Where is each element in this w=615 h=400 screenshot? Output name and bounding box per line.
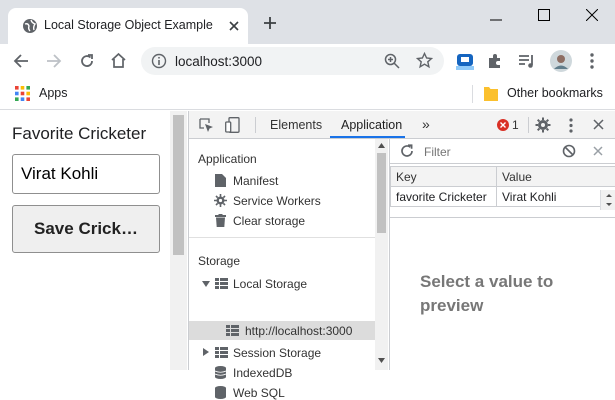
sidebar-item-clear-storage[interactable]: Clear storage bbox=[233, 214, 305, 228]
trash-icon bbox=[215, 214, 226, 227]
bookmarks-divider bbox=[472, 85, 473, 103]
reload-icon[interactable] bbox=[79, 53, 95, 69]
expand-arrow-down-icon[interactable] bbox=[202, 281, 210, 287]
page-scrollbar-thumb[interactable] bbox=[173, 115, 184, 255]
sidebar-item-manifest[interactable]: Manifest bbox=[233, 174, 278, 188]
storage-grid-icon bbox=[226, 325, 239, 336]
page-content: Favorite Cricketer Save Crick… bbox=[0, 110, 170, 370]
active-tab-indicator bbox=[330, 136, 405, 138]
devtools-panel: Elements Application » 1 Application Man… bbox=[188, 111, 615, 370]
other-bookmarks-link[interactable]: Other bookmarks bbox=[507, 86, 603, 100]
extensions-puzzle-icon[interactable] bbox=[487, 53, 503, 69]
tab-application[interactable]: Application bbox=[341, 118, 402, 132]
sidebar-item-websql[interactable]: Web SQL bbox=[233, 386, 285, 400]
page-heading: Favorite Cricketer bbox=[12, 124, 146, 144]
storage-table: Key Value favorite Cricketer Virat Kohli bbox=[390, 166, 615, 207]
toolbar-divider bbox=[528, 117, 529, 133]
sidebar-scrollbar-thumb[interactable] bbox=[377, 153, 386, 233]
storage-grid-icon bbox=[215, 347, 228, 358]
sidebar-item-local-storage[interactable]: Local Storage bbox=[233, 277, 307, 291]
sidebar-item-session-storage[interactable]: Session Storage bbox=[233, 346, 321, 360]
back-icon[interactable] bbox=[13, 53, 29, 69]
address-bar[interactable]: localhost:3000 bbox=[141, 47, 444, 75]
filter-toolbar bbox=[390, 139, 615, 164]
maximize-icon[interactable] bbox=[538, 9, 550, 21]
zoom-icon[interactable] bbox=[384, 53, 400, 69]
column-header-key[interactable]: Key bbox=[391, 167, 497, 187]
storage-viewer: Key Value favorite Cricketer Virat Kohli… bbox=[389, 139, 615, 370]
preview-placeholder: Select a value to preview bbox=[420, 270, 600, 318]
sidebar-item-indexeddb[interactable]: IndexedDB bbox=[233, 366, 292, 380]
sidebar-scrollbar[interactable] bbox=[375, 139, 388, 370]
globe-icon bbox=[22, 18, 38, 34]
table-scrollbar[interactable] bbox=[600, 190, 615, 210]
extension-icon[interactable] bbox=[456, 51, 474, 71]
table-row[interactable]: favorite Cricketer Virat Kohli bbox=[391, 187, 615, 207]
service-workers-gear-icon bbox=[214, 194, 227, 207]
cricketer-name-input[interactable] bbox=[12, 154, 160, 194]
bookmarks-bar: Apps Other bookmarks bbox=[0, 78, 615, 110]
new-tab-icon[interactable] bbox=[263, 16, 277, 30]
error-icon[interactable] bbox=[497, 119, 509, 131]
forward-icon[interactable] bbox=[46, 53, 62, 69]
storage-section-heading: Storage bbox=[198, 254, 240, 268]
application-sidebar: Application Manifest Service Workers Cle… bbox=[189, 139, 375, 370]
home-icon[interactable] bbox=[110, 52, 127, 69]
sidebar-item-localhost-selected[interactable]: http://localhost:3000 bbox=[189, 321, 375, 340]
sidebar-divider bbox=[189, 237, 375, 238]
minimize-icon[interactable] bbox=[490, 14, 502, 26]
delete-selected-icon[interactable] bbox=[593, 146, 603, 156]
database-icon bbox=[215, 366, 226, 379]
scroll-up-arrow-icon[interactable] bbox=[378, 143, 385, 148]
local-storage-origin: http://localhost:3000 bbox=[245, 324, 352, 338]
row-value-cell[interactable]: Virat Kohli bbox=[497, 187, 615, 207]
close-devtools-icon[interactable] bbox=[593, 119, 604, 130]
application-section-heading: Application bbox=[198, 152, 257, 166]
inspect-element-icon[interactable] bbox=[199, 118, 214, 133]
refresh-icon[interactable] bbox=[400, 144, 414, 158]
folder-icon bbox=[484, 86, 498, 101]
bookmark-star-icon[interactable] bbox=[416, 52, 433, 69]
error-count[interactable]: 1 bbox=[512, 118, 519, 132]
kebab-menu-icon[interactable] bbox=[590, 52, 594, 70]
clear-all-icon[interactable] bbox=[562, 144, 576, 158]
title-bar: Local Storage Object Example bbox=[0, 0, 615, 44]
close-window-icon[interactable] bbox=[586, 9, 598, 21]
devtools-toolbar: Elements Application » 1 bbox=[189, 111, 615, 139]
browser-tab[interactable]: Local Storage Object Example bbox=[8, 8, 248, 44]
page-scrollbar[interactable] bbox=[170, 111, 187, 370]
preview-pane: Select a value to preview bbox=[390, 217, 615, 370]
media-queue-icon[interactable] bbox=[518, 53, 536, 69]
devtools-menu-icon[interactable] bbox=[569, 118, 573, 133]
close-tab-icon[interactable] bbox=[228, 20, 240, 32]
apps-link[interactable]: Apps bbox=[39, 86, 68, 100]
url-text: localhost:3000 bbox=[175, 54, 262, 69]
info-icon[interactable] bbox=[151, 53, 167, 69]
save-cricketer-button[interactable]: Save Crick… bbox=[12, 205, 160, 253]
database-icon bbox=[215, 386, 226, 399]
sidebar-item-service-workers[interactable]: Service Workers bbox=[233, 194, 321, 208]
scroll-down-arrow-icon[interactable] bbox=[378, 358, 385, 363]
tab-elements[interactable]: Elements bbox=[270, 118, 322, 132]
filter-input[interactable] bbox=[424, 144, 544, 160]
profile-avatar[interactable] bbox=[549, 49, 573, 73]
settings-gear-icon[interactable] bbox=[535, 117, 551, 133]
apps-grid-icon[interactable] bbox=[15, 86, 30, 101]
toolbar-divider bbox=[255, 117, 256, 133]
navigation-bar: localhost:3000 bbox=[0, 44, 615, 78]
column-header-value[interactable]: Value bbox=[497, 167, 615, 187]
expand-arrow-right-icon[interactable] bbox=[203, 348, 209, 356]
device-toolbar-icon[interactable] bbox=[225, 117, 240, 133]
manifest-icon bbox=[215, 174, 226, 187]
row-key-cell[interactable]: favorite Cricketer bbox=[391, 187, 497, 207]
more-tabs-chevron[interactable]: » bbox=[422, 116, 430, 132]
storage-grid-icon bbox=[215, 278, 228, 289]
tab-title: Local Storage Object Example bbox=[44, 18, 213, 32]
table-header-row: Key Value bbox=[391, 167, 615, 187]
